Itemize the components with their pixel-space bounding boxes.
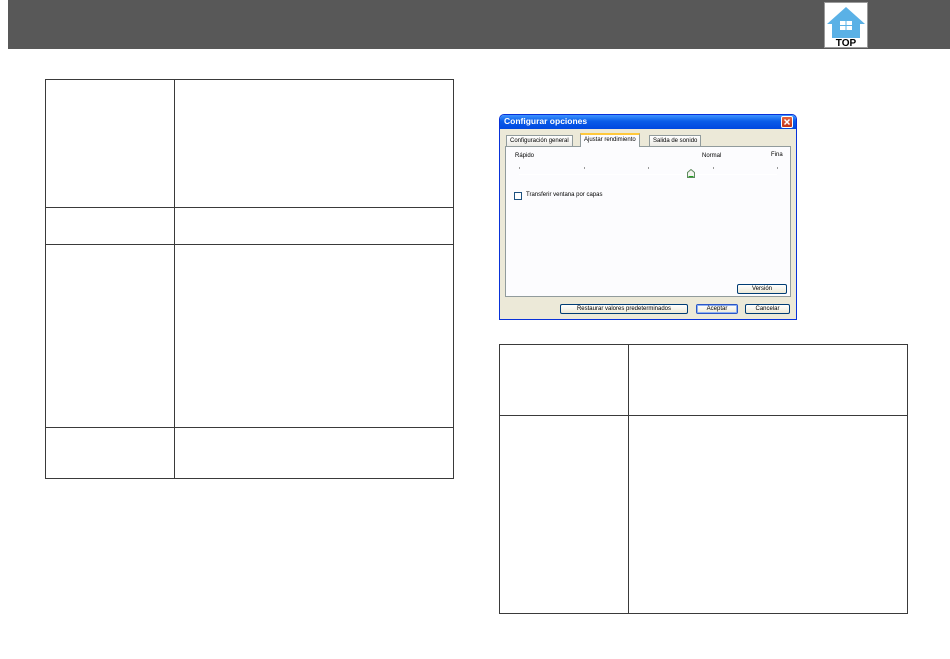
tab-general-settings[interactable]: Configuración general xyxy=(506,135,573,146)
table-cell xyxy=(45,79,175,208)
table-cell xyxy=(499,415,629,614)
slider-thumb-icon xyxy=(687,169,695,178)
performance-slider-track[interactable] xyxy=(519,174,777,175)
configure-options-dialog: Configurar opciones Configuración genera… xyxy=(499,114,797,320)
tab-panel: Rápido Normal Fina Transferir ventana po… xyxy=(505,146,791,297)
top-label: TOP xyxy=(836,38,857,48)
dialog-titlebar[interactable]: Configurar opciones xyxy=(500,115,796,129)
top-link[interactable]: TOP xyxy=(824,2,868,48)
cancel-button[interactable]: Cancelar xyxy=(745,304,790,314)
table-cell xyxy=(174,207,454,245)
table-cell xyxy=(45,244,175,428)
slider-label-fast: Rápido xyxy=(515,153,535,159)
slider-tick xyxy=(519,167,520,169)
performance-slider-thumb[interactable] xyxy=(687,169,695,178)
close-button[interactable] xyxy=(781,116,793,128)
close-icon xyxy=(783,118,791,126)
header-bar xyxy=(8,0,950,49)
slider-tick xyxy=(584,167,585,169)
restore-defaults-button[interactable]: Restaurar valores predeterminados xyxy=(560,304,688,314)
left-info-table xyxy=(45,79,454,479)
slider-label-normal: Normal xyxy=(702,153,722,159)
right-info-table xyxy=(499,344,908,614)
table-cell xyxy=(174,79,454,208)
layered-window-checkbox[interactable] xyxy=(514,192,522,200)
layered-window-label: Transferir ventana por capas xyxy=(526,192,603,198)
version-button[interactable]: Versión xyxy=(737,284,787,294)
table-cell xyxy=(174,427,454,479)
tab-adjust-performance[interactable]: Ajustar rendimiento xyxy=(580,133,640,147)
table-cell xyxy=(499,344,629,416)
dialog-title: Configurar opciones xyxy=(504,116,588,126)
table-cell xyxy=(628,344,908,416)
accept-button[interactable]: Aceptar xyxy=(696,304,738,314)
slider-tick xyxy=(648,167,649,169)
slider-tick xyxy=(777,167,778,169)
slider-label-fine: Fina xyxy=(771,152,783,158)
slider-tick xyxy=(713,167,714,169)
tab-sound-output[interactable]: Salida de sonido xyxy=(649,135,702,146)
table-cell xyxy=(628,415,908,614)
table-cell xyxy=(45,207,175,245)
house-icon: TOP xyxy=(824,2,868,48)
table-cell xyxy=(45,427,175,479)
table-cell xyxy=(174,244,454,428)
